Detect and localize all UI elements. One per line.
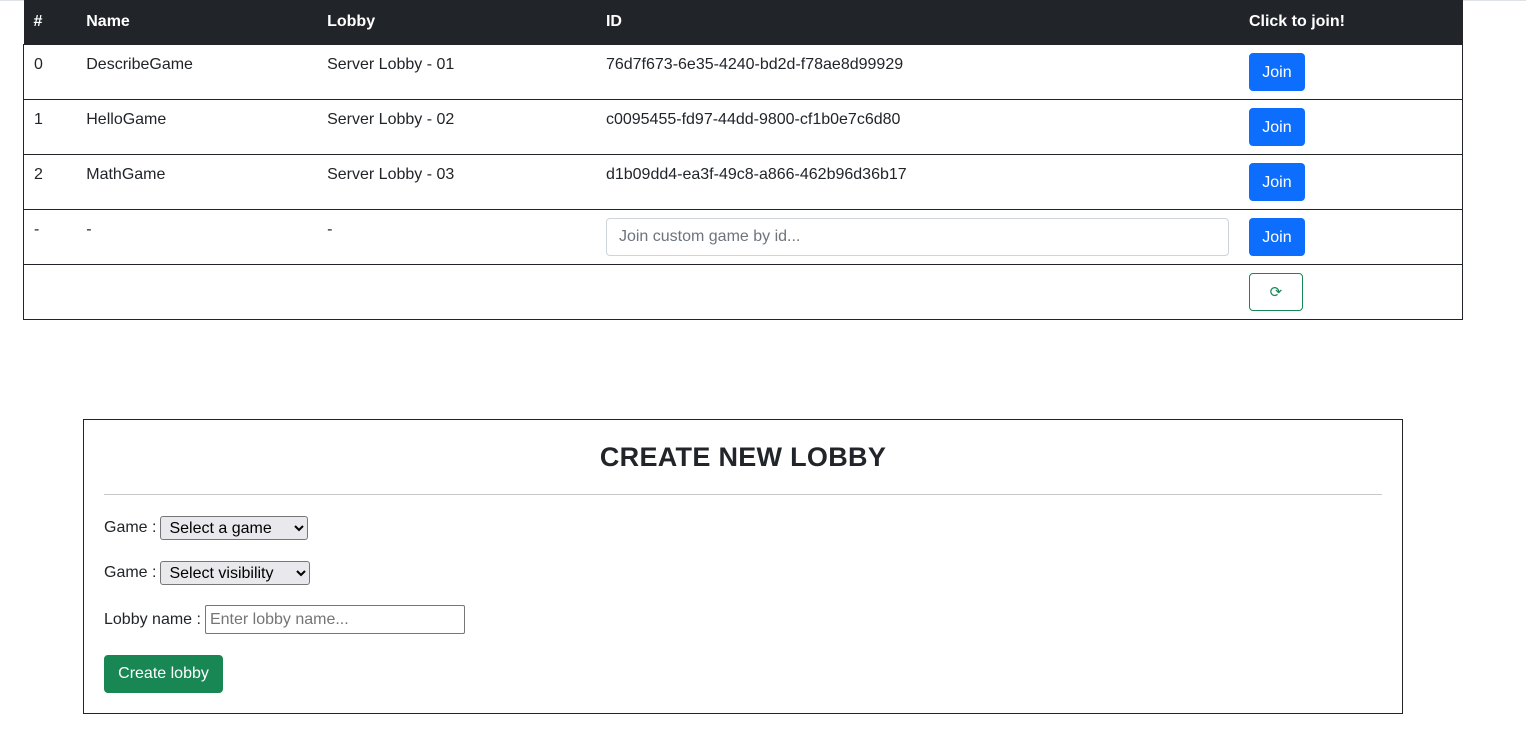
create-lobby-title: CREATE NEW LOBBY	[599, 442, 887, 472]
row-lobby-name: Server Lobby - 03	[317, 153, 596, 209]
row-game-name: HelloGame	[76, 98, 318, 154]
create-lobby-panel: CREATE NEW LOBBY Game : Select a game Ga…	[83, 419, 1403, 714]
column-header-name: Name	[76, 0, 318, 44]
game-select-row: Game : Select a game	[104, 516, 309, 540]
visibility-select-row: Game : Select visibility	[104, 561, 311, 585]
row-index: 2	[23, 153, 77, 209]
panel-divider	[104, 494, 1382, 495]
column-header-index: #	[23, 0, 77, 44]
row-game-name: MathGame	[76, 153, 318, 209]
column-header-lobby: Lobby	[317, 0, 596, 44]
game-label: Game :	[104, 519, 157, 536]
row-game-name: -	[76, 208, 318, 264]
create-lobby-button[interactable]: Create lobby	[104, 655, 223, 693]
refresh-icon: ⟳	[1269, 283, 1283, 301]
column-header-join: Click to join!	[1238, 0, 1463, 44]
table-row: 0 DescribeGame Server Lobby - 01 76d7f67…	[23, 43, 1463, 99]
lobby-name-label: Lobby name :	[104, 610, 201, 628]
row-lobby-name: Server Lobby - 01	[317, 43, 596, 99]
join-button[interactable]: Join	[1248, 52, 1305, 91]
row-lobby-id: c0095455-fd97-44dd-9800-cf1b0e7c6d80	[595, 98, 1239, 154]
table-header-row: # Name Lobby ID Click to join!	[23, 0, 1463, 44]
join-custom-button[interactable]: Join	[1248, 217, 1305, 256]
row-lobby-name: Server Lobby - 02	[317, 98, 596, 154]
game-select[interactable]: Select a game	[160, 516, 309, 540]
row-index: 0	[23, 43, 77, 99]
visibility-select[interactable]: Select visibility	[160, 561, 311, 585]
refresh-button[interactable]: ⟳	[1248, 272, 1303, 311]
row-game-name: DescribeGame	[76, 43, 318, 99]
custom-join-row: - - - Join	[23, 208, 1463, 264]
visibility-label: Game :	[104, 564, 157, 581]
row-lobby-name: -	[317, 208, 596, 264]
column-header-id: ID	[595, 0, 1239, 44]
refresh-row: ⟳	[23, 263, 1463, 320]
join-button[interactable]: Join	[1248, 162, 1305, 201]
table-row: 2 MathGame Server Lobby - 03 d1b09dd4-ea…	[23, 153, 1463, 209]
lobby-table: # Name Lobby ID Click to join! 0 Describ…	[23, 0, 1463, 320]
lobby-name-input[interactable]	[204, 605, 465, 634]
custom-game-id-input[interactable]	[605, 217, 1229, 256]
row-lobby-id: d1b09dd4-ea3f-49c8-a866-462b96d36b17	[595, 153, 1239, 209]
table-row: 1 HelloGame Server Lobby - 02 c0095455-f…	[23, 98, 1463, 154]
row-lobby-id: 76d7f673-6e35-4240-bd2d-f78ae8d99929	[595, 43, 1239, 99]
join-button[interactable]: Join	[1248, 107, 1305, 146]
row-index: 1	[23, 98, 77, 154]
lobby-name-row: Lobby name :	[104, 605, 465, 634]
row-index: -	[23, 208, 77, 264]
